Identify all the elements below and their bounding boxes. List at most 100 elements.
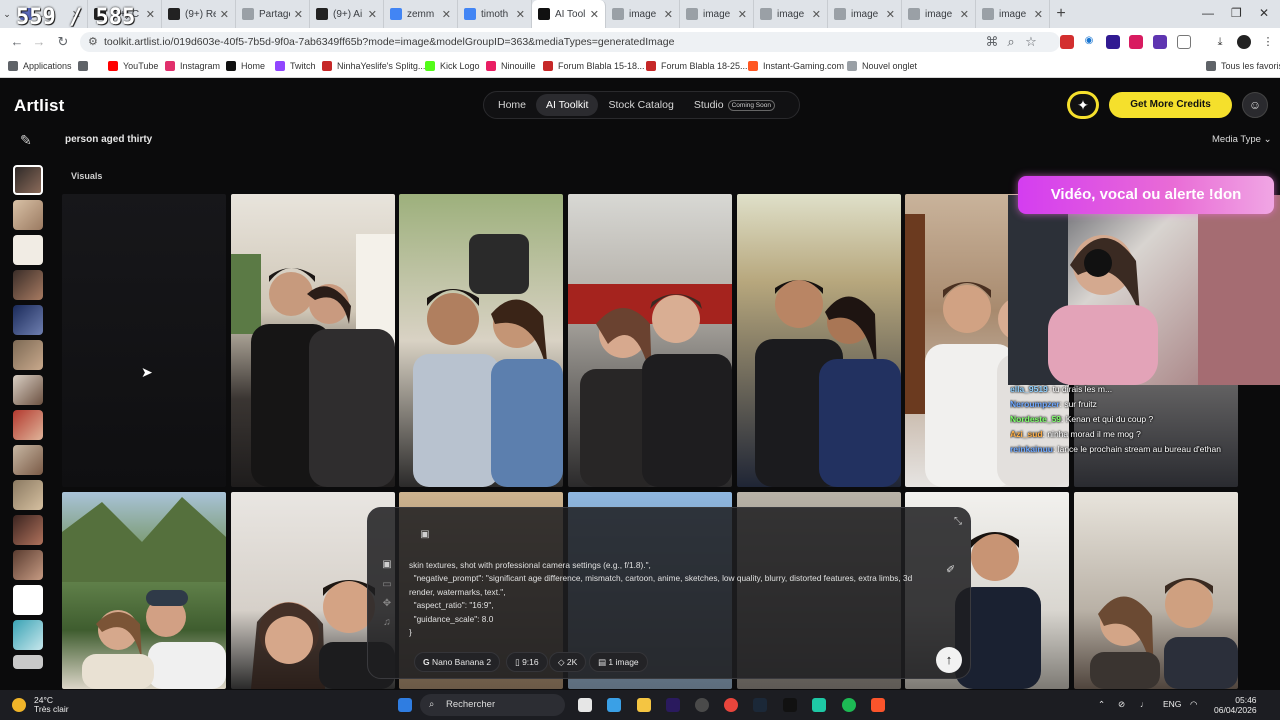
nav-stock-catalog[interactable]: Stock Catalog <box>598 94 683 116</box>
tab-close-icon[interactable]: ✕ <box>146 8 155 21</box>
bookmark-item[interactable]: Tous les favoris <box>1206 61 1280 71</box>
resolution-selector[interactable]: ◇ 2K <box>549 652 587 672</box>
browser-tab[interactable]: image ✕ <box>680 0 754 28</box>
get-more-credits-button[interactable]: Get More Credits <box>1109 92 1232 118</box>
extension-icon-1[interactable] <box>1060 35 1074 49</box>
clock[interactable]: 05:46 06/04/2026 <box>1214 695 1257 715</box>
history-thumbnail[interactable] <box>13 200 43 230</box>
bookmark-item[interactable]: Applications <box>8 61 72 71</box>
forward-icon[interactable]: → <box>28 34 50 49</box>
profile-avatar[interactable] <box>1237 35 1251 49</box>
history-thumbnail[interactable] <box>13 375 43 405</box>
image-mode-icon[interactable]: ▣ <box>379 559 395 573</box>
browser-tab[interactable]: timoth ✕ <box>458 0 532 28</box>
image-tile[interactable] <box>737 194 901 487</box>
tab-close-icon[interactable]: ✕ <box>516 8 525 21</box>
prompt-text[interactable]: skin textures, shot with professional ca… <box>409 559 929 639</box>
bookmark-item[interactable] <box>78 61 93 71</box>
tab-close-icon[interactable]: ✕ <box>738 8 747 21</box>
task-view-icon[interactable] <box>578 698 592 712</box>
browser-menu-icon[interactable]: ⋮ <box>1261 35 1275 49</box>
browser-tab[interactable]: image ✕ <box>902 0 976 28</box>
extension-icon-5[interactable] <box>1153 35 1167 49</box>
browser-tab[interactable]: Partage ✕ <box>236 0 310 28</box>
bookmark-item[interactable]: NinhaYeslife's Splitg... <box>322 61 425 71</box>
enhance-prompt-icon[interactable]: ✐ <box>946 563 955 576</box>
browser-tab[interactable]: (9+) Ai ✕ <box>310 0 384 28</box>
history-thumbnail[interactable] <box>13 550 43 580</box>
browser-tab[interactable]: image ✕ <box>828 0 902 28</box>
extension-icon-2[interactable]: ◉ <box>1082 35 1096 49</box>
image-upload-icon[interactable]: ▣ <box>417 529 433 543</box>
history-thumbnail[interactable] <box>13 445 43 475</box>
browser-tab[interactable]: image ✕ <box>754 0 828 28</box>
move-icon[interactable]: ✥ <box>379 598 395 612</box>
collapse-icon[interactable]: ⤡ <box>954 516 962 527</box>
bookmark-item[interactable]: Instagram <box>165 61 220 71</box>
browser-tab[interactable]: AI Tool ✕ <box>532 0 606 28</box>
tray-chevron-icon[interactable]: ⌃ <box>1098 699 1105 710</box>
minimize-icon[interactable]: — <box>1202 6 1214 20</box>
bookmark-item[interactable]: Kick Logo <box>425 61 480 71</box>
nav-ai-toolkit[interactable]: AI Toolkit <box>536 94 599 116</box>
media-type-dropdown[interactable]: Media Type ⌄ <box>1212 134 1272 145</box>
tab-close-icon[interactable]: ✕ <box>368 8 377 21</box>
browser-tab[interactable]: image ✕ <box>976 0 1050 28</box>
sparkle-button[interactable]: ✦ <box>1067 91 1099 119</box>
generate-send-button[interactable]: ↑ <box>936 647 962 673</box>
new-prompt-edit-icon[interactable]: ✎ <box>20 132 32 149</box>
windows-start-icon[interactable] <box>398 698 412 712</box>
file-explorer-icon[interactable] <box>637 698 651 712</box>
history-thumbnail[interactable] <box>13 235 43 265</box>
nav-studio[interactable]: Studio Coming Soon <box>684 94 785 116</box>
tab-close-icon[interactable]: ✕ <box>1034 8 1043 21</box>
bookmark-item[interactable]: Instant-Gaming.com <box>748 61 844 71</box>
model-selector[interactable]: G Nano Banana 2 <box>414 652 501 672</box>
language-indicator[interactable]: ENG <box>1163 699 1181 709</box>
wifi-icon[interactable]: ◠ <box>1190 699 1197 710</box>
brave-icon[interactable] <box>871 698 885 712</box>
artlist-logo[interactable]: Artlist <box>14 96 65 116</box>
history-thumbnail[interactable] <box>13 655 43 669</box>
reload-icon[interactable]: ↻ <box>52 34 74 50</box>
browser-tab[interactable]: zemm ✕ <box>384 0 458 28</box>
tiktok-icon[interactable] <box>783 698 797 712</box>
maximize-icon[interactable]: ❐ <box>1231 6 1242 20</box>
history-thumbnail[interactable] <box>13 620 43 650</box>
premiere-icon[interactable] <box>666 698 680 712</box>
back-icon[interactable]: ← <box>6 34 28 49</box>
copilot-icon[interactable] <box>607 698 621 712</box>
image-tile-loading[interactable] <box>62 194 226 487</box>
music-mode-icon[interactable]: ♫ <box>379 617 395 631</box>
tab-close-icon[interactable]: ✕ <box>294 8 303 21</box>
history-thumbnail[interactable] <box>13 585 43 615</box>
tab-close-icon[interactable]: ✕ <box>590 8 599 21</box>
extensions-puzzle-icon[interactable] <box>1177 35 1191 49</box>
spotify-icon[interactable] <box>842 698 856 712</box>
image-tile[interactable] <box>231 194 395 487</box>
bookmark-item[interactable]: Home <box>226 61 265 71</box>
weather-widget[interactable]: 24°C Très clair <box>34 696 69 714</box>
nav-home[interactable]: Home <box>488 94 536 116</box>
tab-close-icon[interactable]: ✕ <box>664 8 673 21</box>
video-mode-icon[interactable]: ▭ <box>379 579 395 593</box>
taskbar-search[interactable]: ⌕ Rechercher <box>420 694 565 716</box>
bookmark-star-icon[interactable]: ☆ <box>1020 34 1042 50</box>
steam-icon[interactable] <box>753 698 767 712</box>
user-profile-icon[interactable]: ☺ <box>1242 92 1268 118</box>
browser-tab[interactable]: image ✕ <box>606 0 680 28</box>
bookmark-item[interactable]: Forum Blabla 18-25... <box>646 61 748 71</box>
tab-close-icon[interactable]: ✕ <box>960 8 969 21</box>
tab-search-icon[interactable]: ⌄ <box>0 0 14 28</box>
browser-tab[interactable]: (9+) Re ✕ <box>162 0 236 28</box>
image-count-selector[interactable]: ▤ 1 image <box>589 652 648 672</box>
new-tab-button[interactable]: + <box>1050 0 1072 28</box>
history-thumbnail[interactable] <box>13 270 43 300</box>
extension-icon-4[interactable] <box>1129 35 1143 49</box>
image-tile[interactable] <box>568 194 732 487</box>
image-tile[interactable] <box>1074 492 1238 689</box>
history-thumbnail[interactable] <box>13 480 43 510</box>
download-icon[interactable]: ⤓ <box>1213 35 1227 49</box>
tab-close-icon[interactable]: ✕ <box>220 8 229 21</box>
history-thumbnail[interactable] <box>13 515 43 545</box>
